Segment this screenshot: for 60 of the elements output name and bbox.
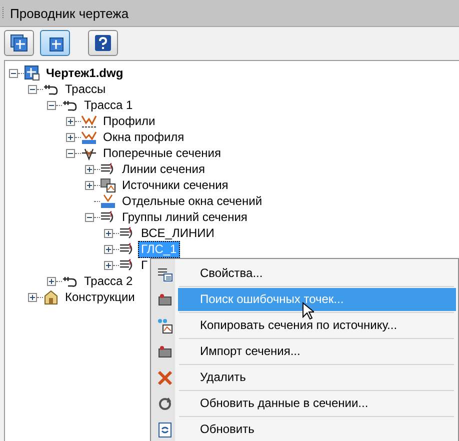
profile-view-icon [81,129,97,145]
collapse-toggle[interactable] [47,100,56,110]
tree-item[interactable]: Чертеж1.dwg [43,64,126,82]
menu-item[interactable]: Удалить [178,366,456,389]
collapse-toggle[interactable] [85,212,94,222]
expand-toggle[interactable] [104,228,113,238]
collapse-toggle[interactable] [9,68,18,78]
structure-icon [43,289,59,305]
section-view-icon [100,193,116,209]
expand-toggle[interactable] [104,260,113,270]
menu-item[interactable]: Импорт сечения... [178,340,456,363]
sample-line-icon [100,209,116,225]
expand-toggle[interactable] [66,132,75,142]
drawing-icon [10,34,28,52]
tree-item[interactable]: Конструкции [62,288,138,306]
sample-line-icon [100,161,116,177]
grip-icon [2,6,5,20]
collapse-toggle[interactable] [66,148,75,158]
toolbar-button[interactable] [40,30,70,56]
source-icon [100,177,116,193]
sync-icon [157,396,173,412]
tree-item[interactable]: Г [138,256,150,274]
expand-toggle[interactable] [28,292,37,302]
drawing-icon [24,65,40,81]
tree-item[interactable]: Трассы [62,80,109,98]
properties-icon [157,266,173,282]
menu-item[interactable]: Свойства... [178,262,456,285]
cursor-icon [302,302,314,320]
expand-toggle[interactable] [47,276,56,286]
folder-icon [157,344,173,360]
expand-toggle[interactable] [85,164,94,174]
menu-item[interactable]: Копировать сечения по источнику... [178,314,456,337]
folder-icon [157,292,173,308]
tree-item[interactable]: Линии сечения [119,160,208,178]
menu-item[interactable]: Обновить [178,418,456,441]
menu-item[interactable]: Обновить данные в сечении... [178,392,456,415]
expand-toggle[interactable] [85,180,94,190]
tree-item[interactable]: Отдельные окна сечений [119,192,266,210]
tree-item[interactable]: Профили [100,112,158,130]
sample-line-icon [119,225,135,241]
sample-line-icon [119,257,135,273]
toolbar-button[interactable] [88,30,118,56]
help-icon [94,34,112,52]
panel-title: Проводник чертежа [10,6,129,20]
refresh-icon [157,422,173,438]
sample-line-icon [119,241,135,257]
tree-item[interactable]: Группы линий сечения [119,208,250,226]
tree-item[interactable]: Трасса 2 [81,272,136,290]
tree-item[interactable]: ВСЕ_ЛИНИИ [138,224,218,242]
expand-toggle[interactable] [66,116,75,126]
tree-item[interactable]: Трасса 1 [81,96,136,114]
tree-item[interactable]: Окна профиля [100,128,188,146]
profile-icon [81,113,97,129]
delete-icon [157,370,173,386]
tree-item[interactable]: Поперечные сечения [100,144,224,162]
toolbar-button[interactable] [4,30,34,56]
expand-toggle[interactable] [104,244,113,254]
collapse-toggle[interactable] [28,84,37,94]
copy-icon [157,318,173,334]
tree-item[interactable]: Источники сечения [119,176,232,194]
